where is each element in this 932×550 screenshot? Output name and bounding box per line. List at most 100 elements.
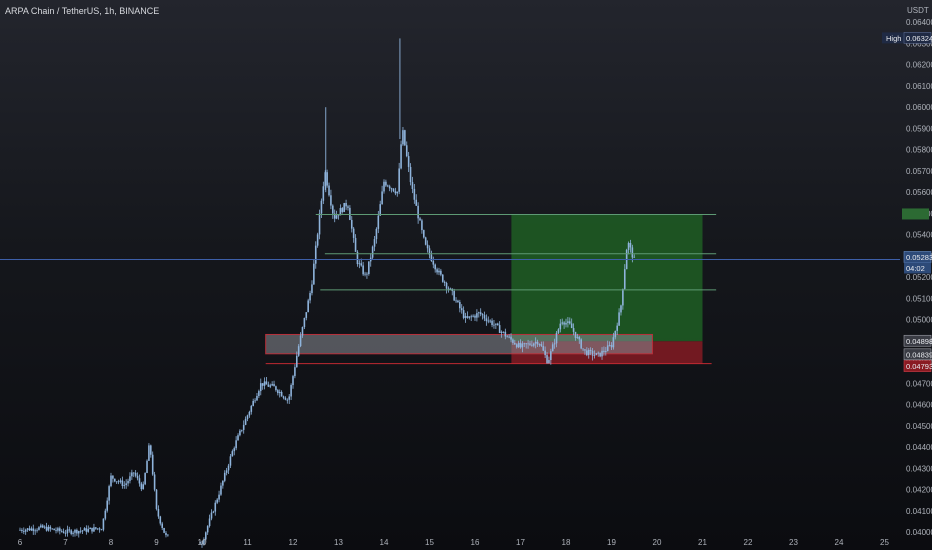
candle-body — [423, 230, 425, 238]
candle-body — [460, 308, 463, 311]
candle-body — [57, 528, 59, 531]
candle-body — [140, 483, 143, 490]
candle-body — [350, 219, 353, 229]
candle-body — [474, 315, 476, 318]
candle-body — [265, 381, 268, 385]
candle-body — [328, 185, 330, 196]
candle-body — [60, 530, 63, 532]
candle-body — [373, 239, 376, 247]
candle-body — [77, 531, 80, 534]
candle-body — [487, 320, 490, 322]
candle-body — [237, 435, 239, 441]
candle-body — [436, 269, 438, 273]
candle-body — [79, 530, 82, 532]
candle-body — [316, 234, 319, 246]
candle-body — [231, 451, 234, 457]
price-tick: 0.05900 — [906, 124, 932, 133]
candle-body — [424, 237, 427, 245]
scale-tag-value: 04:02 — [906, 264, 925, 273]
candle-body — [66, 529, 69, 534]
candle-body — [515, 344, 518, 348]
candle-body — [284, 397, 287, 400]
candle-body — [601, 350, 603, 357]
candle-body — [21, 529, 23, 532]
candle-body — [233, 448, 236, 452]
candle-body — [297, 346, 300, 356]
candle-body — [208, 518, 211, 527]
scale-tag-value: 0.04839 — [906, 350, 932, 359]
candle-body — [206, 526, 209, 533]
candle-body — [550, 351, 552, 361]
candle-body — [405, 145, 408, 157]
candle-body — [280, 391, 283, 397]
candle-body — [47, 526, 50, 531]
candle-body — [220, 485, 222, 495]
candle-body — [345, 202, 347, 207]
candle-body — [532, 343, 535, 346]
candle-body — [466, 316, 469, 318]
candle-body — [269, 385, 272, 387]
scale-tag: 04:02 — [904, 262, 931, 274]
candle-body — [267, 384, 270, 387]
candle-body — [542, 346, 545, 351]
price-tick: 0.04500 — [906, 422, 932, 431]
candle-body — [250, 405, 253, 412]
price-tick: 0.05800 — [906, 146, 932, 155]
candle-body — [248, 411, 251, 416]
date-axis[interactable]: 6 7 8 9 10 11 12 13 14 15 16 17 18 19 20 21 22 23 24 25 — [18, 538, 890, 547]
date-tick: 25 — [880, 538, 889, 547]
chart-root[interactable]: ARPA Chain / TetherUS, 1h, BINANCE USDT … — [0, 0, 932, 550]
candle-body — [432, 261, 435, 265]
candle-body — [212, 511, 215, 513]
profit-zone — [511, 214, 703, 342]
candle-body — [595, 353, 598, 356]
candle-body — [419, 218, 421, 221]
candle-body — [337, 215, 340, 217]
candle-body — [72, 532, 74, 534]
candle-body — [591, 350, 594, 356]
candle-body — [157, 509, 160, 517]
candle-body — [40, 525, 42, 528]
candle-body — [538, 344, 541, 345]
date-tick: 20 — [653, 538, 662, 547]
candle-body — [514, 342, 516, 345]
candle-body — [521, 343, 524, 348]
price-chart[interactable]: ARPA Chain / TetherUS, 1h, BINANCE USDT … — [0, 0, 932, 550]
date-tick: 21 — [698, 538, 707, 547]
candle-body — [392, 188, 395, 192]
candle-body — [472, 315, 474, 317]
candle-body — [462, 310, 465, 318]
candle-body — [76, 529, 78, 534]
candle-body — [332, 205, 334, 214]
candle-body — [631, 247, 634, 258]
candle-body — [464, 316, 467, 318]
candle-body — [572, 328, 575, 332]
candle-body — [587, 349, 590, 356]
candle-body — [618, 312, 620, 326]
candle-body — [398, 168, 400, 192]
candle-body — [259, 383, 262, 392]
candle-body — [502, 331, 505, 333]
candle-body — [504, 331, 507, 337]
candle-body — [481, 314, 484, 316]
candle-body — [578, 337, 581, 340]
candle-body — [394, 191, 397, 194]
price-tick: 0.04100 — [906, 507, 932, 516]
candle-body — [144, 472, 146, 485]
candle-body — [415, 199, 418, 206]
candle-body — [314, 245, 317, 264]
candle-body — [360, 263, 363, 266]
candle-body — [322, 186, 325, 201]
scale-tag: 0.04839 — [903, 348, 932, 361]
candle-body — [125, 483, 127, 486]
candle-body — [512, 339, 514, 343]
candle-body — [544, 350, 546, 356]
candle-body — [606, 345, 609, 351]
candle-body — [623, 269, 626, 289]
price-tick: 0.06200 — [906, 61, 932, 70]
candle-body — [263, 381, 266, 386]
candle-body — [527, 343, 529, 345]
candle-body — [244, 418, 247, 425]
price-tick: 0.04300 — [906, 464, 932, 473]
candle-body — [417, 205, 419, 219]
